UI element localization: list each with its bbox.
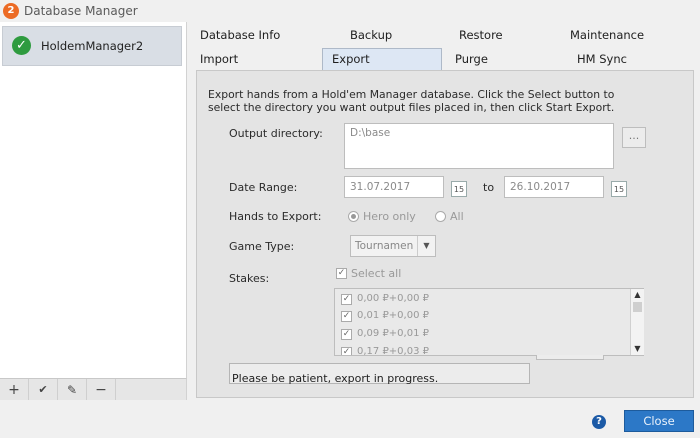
- list-item[interactable]: ✓ 0,01 ₽+0,00 ₽: [341, 309, 621, 325]
- scrollbar-thumb[interactable]: [633, 302, 642, 312]
- hero-only-radio[interactable]: [348, 211, 359, 222]
- select-all-checkbox[interactable]: ✓: [336, 268, 347, 279]
- scroll-up-icon[interactable]: ▲: [631, 289, 644, 301]
- output-directory-field[interactable]: D:\base: [344, 123, 614, 169]
- stake-label: 0,00 ₽+0,00 ₽: [357, 293, 429, 304]
- calendar-from-icon[interactable]: 15: [451, 181, 467, 197]
- database-item[interactable]: ✓ HoldemManager2: [2, 26, 182, 66]
- all-hands-radio[interactable]: [435, 211, 446, 222]
- stakes-scrollbar[interactable]: ▲ ▼: [630, 289, 644, 355]
- add-button[interactable]: +: [0, 379, 29, 401]
- game-type-value: Tournamen: [355, 240, 414, 252]
- close-button[interactable]: Close: [624, 410, 694, 432]
- chevron-down-icon: ▼: [417, 236, 435, 256]
- edit-button[interactable]: ✎: [58, 379, 87, 401]
- browse-button[interactable]: ...: [622, 127, 646, 148]
- stake-checkbox[interactable]: ✓: [341, 294, 352, 305]
- stakes-label: Stakes:: [229, 272, 270, 285]
- tab-maintenance[interactable]: Maintenance: [570, 25, 644, 45]
- tab-export[interactable]: Export: [322, 48, 442, 70]
- date-from-field[interactable]: 31.07.2017: [344, 176, 444, 198]
- set-default-button[interactable]: ✔: [29, 379, 58, 401]
- tab-purge[interactable]: Purge: [455, 49, 488, 69]
- calendar-to-icon[interactable]: 15: [611, 181, 627, 197]
- stake-label: 0,01 ₽+0,00 ₽: [357, 310, 429, 321]
- output-directory-label: Output directory:: [229, 127, 323, 140]
- stake-label: 0,17 ₽+0,03 ₽: [357, 346, 429, 356]
- tab-hm-sync[interactable]: HM Sync: [577, 49, 627, 69]
- list-item[interactable]: ✓ 0,00 ₽+0,00 ₽: [341, 292, 621, 308]
- stake-checkbox[interactable]: ✓: [341, 329, 352, 340]
- tab-import[interactable]: Import: [200, 49, 238, 69]
- database-list-toolbar: + ✔ ✎ −: [0, 378, 187, 401]
- stake-checkbox[interactable]: ✓: [341, 311, 352, 322]
- app-logo-icon: 2: [3, 3, 19, 19]
- scroll-down-icon[interactable]: ▼: [631, 343, 644, 355]
- database-list: ✓ HoldemManager2: [0, 22, 187, 378]
- help-icon[interactable]: ?: [592, 415, 606, 429]
- hands-to-export-label: Hands to Export:: [229, 210, 322, 223]
- tab-restore[interactable]: Restore: [459, 25, 503, 45]
- tab-backup[interactable]: Backup: [350, 25, 392, 45]
- stake-label: 0,09 ₽+0,01 ₽: [357, 328, 429, 339]
- stakes-list: ✓ 0,00 ₽+0,00 ₽ ✓ 0,01 ₽+0,00 ₽ ✓ 0,09 ₽…: [334, 288, 644, 356]
- game-type-label: Game Type:: [229, 240, 295, 253]
- check-circle-icon: ✓: [12, 36, 31, 55]
- remove-button[interactable]: −: [87, 379, 116, 401]
- database-item-label: HoldemManager2: [41, 39, 144, 53]
- tab-database-info[interactable]: Database Info: [200, 25, 280, 45]
- all-hands-label: All: [450, 210, 464, 223]
- hero-only-label: Hero only: [363, 210, 416, 223]
- date-to-field[interactable]: 26.10.2017: [504, 176, 604, 198]
- window-title: Database Manager: [24, 4, 138, 18]
- game-type-select[interactable]: Tournamen ▼: [350, 235, 436, 257]
- title-bar: 2 Database Manager: [0, 0, 700, 22]
- stake-checkbox[interactable]: ✓: [341, 347, 352, 355]
- export-description: Export hands from a Hold'em Manager data…: [208, 88, 615, 114]
- select-all-label: Select all: [351, 267, 402, 280]
- date-to-label: to: [483, 181, 495, 194]
- date-range-label: Date Range:: [229, 181, 298, 194]
- status-message: Please be patient, export in progress.: [229, 363, 530, 385]
- hidden-button-edge: [536, 355, 604, 360]
- list-item[interactable]: ✓ 0,09 ₽+0,01 ₽: [341, 327, 621, 343]
